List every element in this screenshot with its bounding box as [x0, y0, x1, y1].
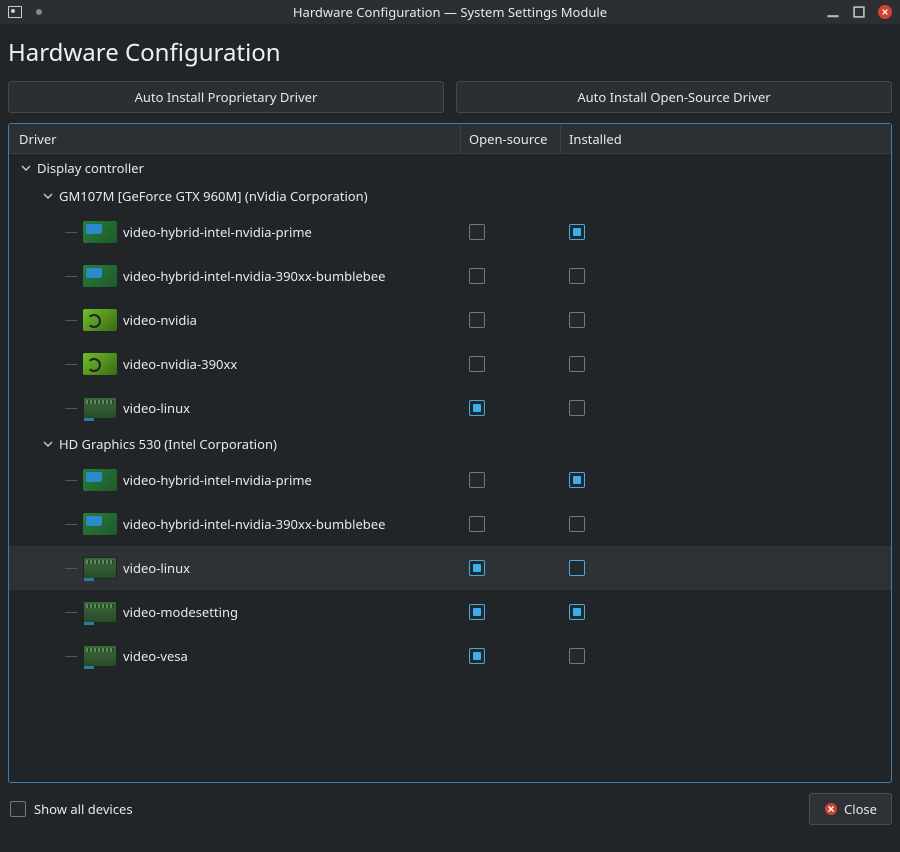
driver-row[interactable]: video-nvidia-390xx	[9, 342, 891, 386]
page-title: Hardware Configuration	[8, 36, 892, 69]
driver-tree: Driver Open-source Installed Display con…	[8, 123, 892, 783]
driver-row[interactable]: video-linux	[9, 546, 891, 590]
driver-row[interactable]: video-hybrid-intel-nvidia-390xx-bumblebe…	[9, 502, 891, 546]
checkbox[interactable]	[569, 516, 585, 532]
tree-device[interactable]: HD Graphics 530 (Intel Corporation)	[9, 430, 891, 458]
driver-name: video-hybrid-intel-nvidia-390xx-bumblebe…	[123, 267, 385, 285]
intel-hw-icon	[83, 469, 117, 491]
driver-row[interactable]: video-linux	[9, 386, 891, 430]
checkbox[interactable]	[469, 604, 485, 620]
chevron-down-icon[interactable]	[19, 161, 33, 175]
device-label: HD Graphics 530 (Intel Corporation)	[59, 435, 277, 453]
checkbox[interactable]	[469, 356, 485, 372]
maximize-icon[interactable]	[852, 5, 866, 19]
driver-row[interactable]: video-vesa	[9, 634, 891, 678]
column-installed[interactable]: Installed	[561, 124, 891, 153]
checkbox[interactable]	[469, 400, 485, 416]
driver-row[interactable]: video-nvidia	[9, 298, 891, 342]
titlebar: Hardware Configuration — System Settings…	[0, 0, 900, 24]
tree-category[interactable]: Display controller	[9, 154, 891, 182]
close-icon	[824, 802, 838, 816]
button-label: Auto Install Proprietary Driver	[135, 88, 318, 106]
checkbox[interactable]	[569, 560, 585, 576]
card-hw-icon	[83, 557, 117, 579]
category-label: Display controller	[37, 159, 144, 177]
driver-name: video-hybrid-intel-nvidia-prime	[123, 471, 312, 489]
card-hw-icon	[83, 397, 117, 419]
show-all-devices-label: Show all devices	[34, 800, 133, 818]
driver-row[interactable]: video-hybrid-intel-nvidia-prime	[9, 458, 891, 502]
checkbox[interactable]	[569, 356, 585, 372]
intel-hw-icon	[83, 221, 117, 243]
checkbox[interactable]	[569, 268, 585, 284]
app-icon	[8, 6, 22, 18]
checkbox[interactable]	[469, 516, 485, 532]
driver-name: video-linux	[123, 399, 190, 417]
card-hw-icon	[83, 601, 117, 623]
checkbox[interactable]	[469, 648, 485, 664]
checkbox[interactable]	[569, 648, 585, 664]
checkbox[interactable]	[469, 472, 485, 488]
nvidia-hw-icon	[83, 353, 117, 375]
checkbox[interactable]	[569, 400, 585, 416]
chevron-down-icon[interactable]	[41, 189, 55, 203]
driver-row[interactable]: video-modesetting	[9, 590, 891, 634]
auto-install-proprietary-button[interactable]: Auto Install Proprietary Driver	[8, 81, 444, 113]
driver-name: video-nvidia-390xx	[123, 355, 237, 373]
column-opensource[interactable]: Open-source	[461, 124, 561, 153]
checkbox[interactable]	[569, 604, 585, 620]
checkbox[interactable]	[569, 224, 585, 240]
tree-device[interactable]: GM107M [GeForce GTX 960M] (nVidia Corpor…	[9, 182, 891, 210]
driver-name: video-hybrid-intel-nvidia-390xx-bumblebe…	[123, 515, 385, 533]
close-button[interactable]: Close	[809, 793, 892, 825]
checkbox[interactable]	[569, 472, 585, 488]
titlebar-dot	[36, 9, 42, 15]
column-driver[interactable]: Driver	[9, 124, 461, 153]
card-hw-icon	[83, 645, 117, 667]
intel-hw-icon	[83, 265, 117, 287]
tree-body[interactable]: Display controller GM107M [GeForce GTX 96…	[9, 154, 891, 782]
device-label: GM107M [GeForce GTX 960M] (nVidia Corpor…	[59, 187, 368, 205]
show-all-devices-checkbox[interactable]	[10, 801, 26, 817]
driver-name: video-modesetting	[123, 603, 238, 621]
driver-name: video-linux	[123, 559, 190, 577]
chevron-down-icon[interactable]	[41, 437, 55, 451]
checkbox[interactable]	[469, 268, 485, 284]
close-button-label: Close	[844, 800, 877, 818]
checkbox[interactable]	[469, 560, 485, 576]
driver-row[interactable]: video-hybrid-intel-nvidia-390xx-bumblebe…	[9, 254, 891, 298]
auto-install-opensource-button[interactable]: Auto Install Open-Source Driver	[456, 81, 892, 113]
intel-hw-icon	[83, 513, 117, 535]
window-title: Hardware Configuration — System Settings…	[0, 3, 900, 21]
driver-row[interactable]: video-hybrid-intel-nvidia-prime	[9, 210, 891, 254]
tree-header: Driver Open-source Installed	[9, 124, 891, 154]
checkbox[interactable]	[469, 224, 485, 240]
driver-name: video-vesa	[123, 647, 188, 665]
nvidia-hw-icon	[83, 309, 117, 331]
window-close-icon[interactable]	[878, 5, 892, 19]
driver-name: video-nvidia	[123, 311, 197, 329]
checkbox[interactable]	[469, 312, 485, 328]
checkbox[interactable]	[569, 312, 585, 328]
button-label: Auto Install Open-Source Driver	[577, 88, 770, 106]
minimize-icon[interactable]	[826, 5, 840, 19]
driver-name: video-hybrid-intel-nvidia-prime	[123, 223, 312, 241]
